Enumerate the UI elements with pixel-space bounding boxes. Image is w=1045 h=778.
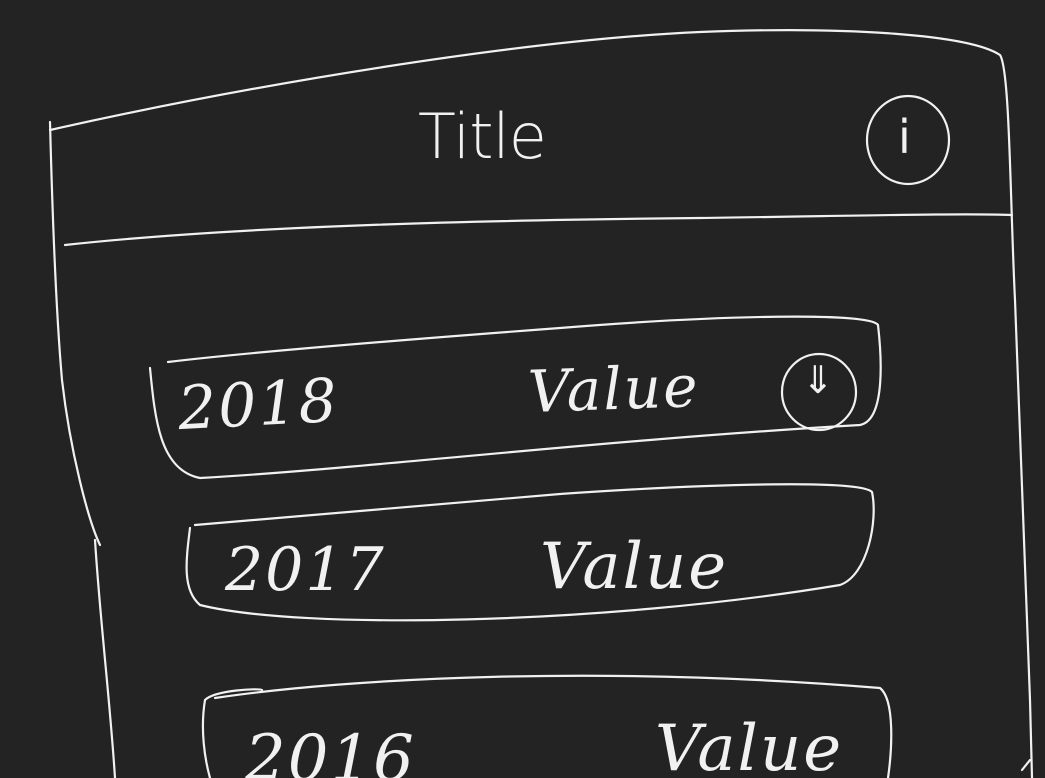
corner-flick <box>1020 758 1032 772</box>
row-value: Value <box>655 712 844 778</box>
row-value: Value <box>540 530 729 604</box>
page-title: Title <box>418 100 547 173</box>
row-value: Value <box>526 352 701 426</box>
info-icon[interactable]: i <box>898 110 913 164</box>
window-frame-left-lower <box>93 538 117 778</box>
row-year: 2017 <box>225 535 386 605</box>
row-year: 2016 <box>245 722 416 778</box>
row-year: 2018 <box>176 365 341 445</box>
window-frame-left <box>48 120 102 547</box>
app-sketch: Title i 2018 Value ⇓ 2017 Value 2016 Val… <box>0 0 1045 778</box>
download-icon[interactable]: ⇓ <box>802 358 836 402</box>
header-divider <box>63 213 1014 247</box>
